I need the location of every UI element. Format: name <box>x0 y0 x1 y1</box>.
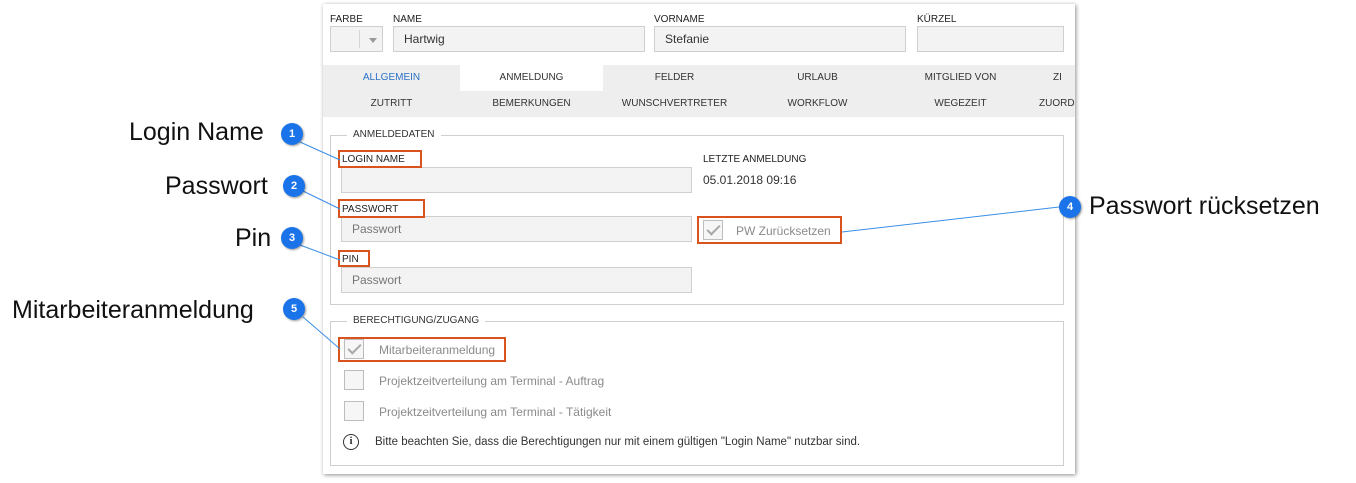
callout-leader-lines <box>299 141 1060 350</box>
callout-text-passwort-ruecksetzen: Passwort rücksetzen <box>1089 192 1320 220</box>
leader-line-4 <box>841 206 1060 233</box>
callout-marker-4: 4 <box>1059 196 1081 218</box>
callout-text-mitarbeiteranmeldung: Mitarbeiteranmeldung <box>12 296 254 324</box>
callout-text-login-name: Login Name <box>129 118 264 146</box>
callout-marker-3: 3 <box>281 227 303 249</box>
callout-text-pin: Pin <box>235 224 272 252</box>
leader-line-2 <box>302 190 341 210</box>
callout-marker-5: 5 <box>283 298 305 320</box>
leader-line-5 <box>302 316 341 350</box>
leader-line-1 <box>299 141 341 161</box>
callout-marker-2: 2 <box>283 175 305 197</box>
callout-text-passwort: Passwort <box>165 172 268 200</box>
leader-line-3 <box>299 244 341 261</box>
callout-marker-1: 1 <box>281 123 303 145</box>
